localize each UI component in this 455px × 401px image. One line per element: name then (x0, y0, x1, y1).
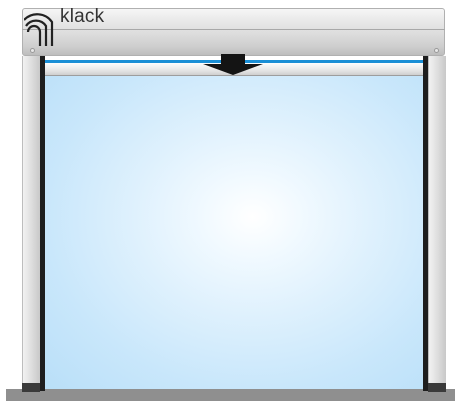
left-screw-icon (30, 48, 35, 53)
left-rail-inner-track (40, 56, 45, 391)
blind-screen (45, 76, 423, 389)
right-rail-inner-track (423, 56, 428, 391)
right-guide-rail (428, 56, 446, 391)
right-rail-foot (428, 383, 446, 392)
brand-label: klack (60, 6, 105, 27)
arrow-down-icon (203, 54, 263, 75)
housing-rim (22, 29, 445, 30)
blind-visualization: klack (0, 0, 455, 401)
left-rail-foot (22, 383, 40, 392)
floor-strip (6, 389, 455, 401)
signal-waves-icon (24, 13, 54, 46)
right-screw-icon (434, 48, 439, 53)
left-guide-rail (22, 56, 40, 391)
